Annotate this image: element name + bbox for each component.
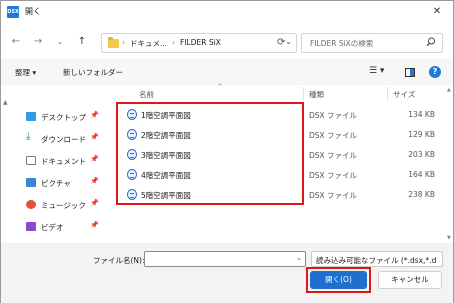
breadcrumb-filder-six[interactable]: FILDER SiX	[180, 38, 221, 47]
scroll-up-icon[interactable]: ▲	[3, 99, 8, 106]
desktop-icon	[26, 112, 36, 121]
close-button[interactable]: ✕	[429, 4, 445, 20]
refresh-icon: ⟳	[277, 37, 286, 48]
open-button-highlight-box	[306, 267, 371, 293]
pin-icon: 📌	[90, 111, 99, 119]
column-header-type[interactable]: 種類	[309, 89, 324, 100]
sidebar-item-videos[interactable]: ビデオ 📌	[26, 219, 104, 235]
sidebar-item-desktop[interactable]: デスクトップ 📌	[26, 109, 104, 125]
navigation-bar: ← → ⌄ ↑ › ドキュメ... › FILDER SiX ⌄ ⟳ FILDE…	[1, 23, 453, 59]
column-header-size[interactable]: サイズ	[393, 89, 415, 100]
column-divider[interactable]	[303, 87, 304, 101]
close-icon: ✕	[432, 6, 442, 17]
file-size: 203 KB	[408, 150, 435, 159]
pin-icon: 📌	[90, 221, 99, 229]
vertical-scrollbar[interactable]: ▲ ▼	[447, 85, 453, 243]
folder-icon	[108, 37, 119, 48]
filename-field[interactable]: ⌄	[144, 251, 306, 267]
pin-icon: 📌	[90, 133, 99, 141]
column-header-name[interactable]: 名前	[139, 89, 154, 100]
sidebar-item-label: ミュージック	[41, 201, 86, 210]
arrow-right-icon: →	[33, 36, 43, 47]
help-button[interactable]: ?	[429, 66, 441, 78]
cancel-button[interactable]: キャンセル	[378, 271, 442, 289]
list-view-icon: ☰ ▾	[369, 66, 385, 76]
videos-icon	[26, 222, 36, 231]
navigation-pane: ▲ デスクトップ 📌 ⤓ ダウンロード 📌 ドキュメント 📌 ピクチャ 📌 ミュ…	[1, 85, 107, 243]
sidebar-item-music[interactable]: ミュージック 📌	[26, 197, 104, 213]
recent-locations-button[interactable]: ⌄	[53, 35, 67, 49]
pictures-icon	[26, 178, 36, 187]
file-highlight-box	[116, 102, 304, 205]
breadcrumb-separator-icon: ›	[172, 38, 175, 47]
file-type: DSX ファイル	[309, 111, 358, 120]
back-button[interactable]: ←	[9, 35, 23, 49]
file-size: 238 KB	[408, 190, 435, 199]
file-size: 129 KB	[408, 130, 435, 139]
up-button[interactable]: ↑	[75, 35, 89, 49]
file-type-filter-value: 読み込み可能なファイル (*.dsx,*.d	[316, 256, 437, 265]
filename-label: ファイル名(N):	[93, 256, 145, 265]
scroll-up-icon[interactable]: ▲	[447, 87, 451, 93]
arrow-left-icon: ←	[11, 36, 21, 47]
view-options-button[interactable]: ☰ ▾	[369, 66, 384, 76]
sidebar-item-pictures[interactable]: ピクチャ 📌	[26, 175, 104, 191]
address-bar[interactable]: › ドキュメ... › FILDER SiX ⌄	[101, 33, 297, 53]
sidebar-item-label: デスクトップ	[41, 113, 86, 122]
download-icon: ⤓	[26, 131, 31, 142]
app-icon: DSX	[7, 6, 19, 18]
dialog-footer: ファイル名(N): ⌄ 読み込み可能なファイル (*.dsx,*.d 開く(O)…	[1, 243, 453, 303]
breadcrumb-documents[interactable]: ドキュメ...	[130, 38, 167, 49]
sidebar-item-label: ビデオ	[41, 223, 64, 232]
music-icon	[26, 200, 36, 209]
breadcrumb-separator-icon: ›	[122, 38, 125, 47]
file-list: ^ 名前 種類 サイズ 1階空調平面図 DSX ファイル 134 KB 2階空調…	[107, 83, 453, 243]
file-type: DSX ファイル	[309, 131, 358, 140]
title-bar: DSX 開く ✕	[1, 1, 453, 23]
column-divider[interactable]	[387, 87, 388, 101]
preview-pane-button[interactable]	[405, 68, 415, 77]
file-size: 164 KB	[408, 170, 435, 179]
help-icon: ?	[432, 67, 438, 76]
chevron-down-icon[interactable]: ⌄	[285, 37, 292, 46]
pin-icon: 📌	[90, 199, 99, 207]
file-type: DSX ファイル	[309, 151, 358, 160]
file-type: DSX ファイル	[309, 171, 358, 180]
sidebar-item-label: ピクチャ	[41, 179, 71, 188]
scroll-down-icon[interactable]: ▼	[447, 235, 451, 241]
new-folder-button[interactable]: 新しいフォルダー	[63, 67, 123, 78]
search-icon	[426, 37, 435, 47]
pin-icon: 📌	[90, 155, 99, 163]
file-type: DSX ファイル	[309, 191, 358, 200]
chevron-down-icon[interactable]: ⌄	[296, 254, 302, 262]
sidebar-item-label: ドキュメント	[41, 157, 86, 166]
sidebar-item-label: ダウンロード	[41, 135, 86, 144]
search-input[interactable]: FILDER SiXの検索	[310, 38, 373, 49]
organize-menu[interactable]: 整理 ▾	[15, 67, 36, 78]
command-bar: 整理 ▾ 新しいフォルダー ☰ ▾ ?	[1, 59, 453, 85]
pin-icon: 📌	[90, 177, 99, 185]
file-size: 134 KB	[408, 110, 435, 119]
sidebar-item-documents[interactable]: ドキュメント 📌	[26, 153, 104, 169]
dialog-title: 開く	[25, 7, 41, 16]
sidebar-item-downloads[interactable]: ⤓ ダウンロード 📌	[26, 131, 104, 147]
arrow-up-icon: ↑	[77, 36, 87, 47]
chevron-down-icon: ⌄	[56, 37, 64, 46]
open-file-dialog: DSX 開く ✕ ← → ⌄ ↑ › ドキュメ... › FILDER SiX …	[0, 0, 454, 303]
forward-button[interactable]: →	[31, 35, 45, 49]
file-type-filter[interactable]: 読み込み可能なファイル (*.dsx,*.d	[311, 251, 443, 267]
refresh-button[interactable]: ⟳	[277, 37, 285, 48]
search-box[interactable]: FILDER SiXの検索	[301, 33, 443, 53]
documents-icon	[26, 156, 36, 165]
sort-ascending-icon: ^	[217, 83, 223, 91]
